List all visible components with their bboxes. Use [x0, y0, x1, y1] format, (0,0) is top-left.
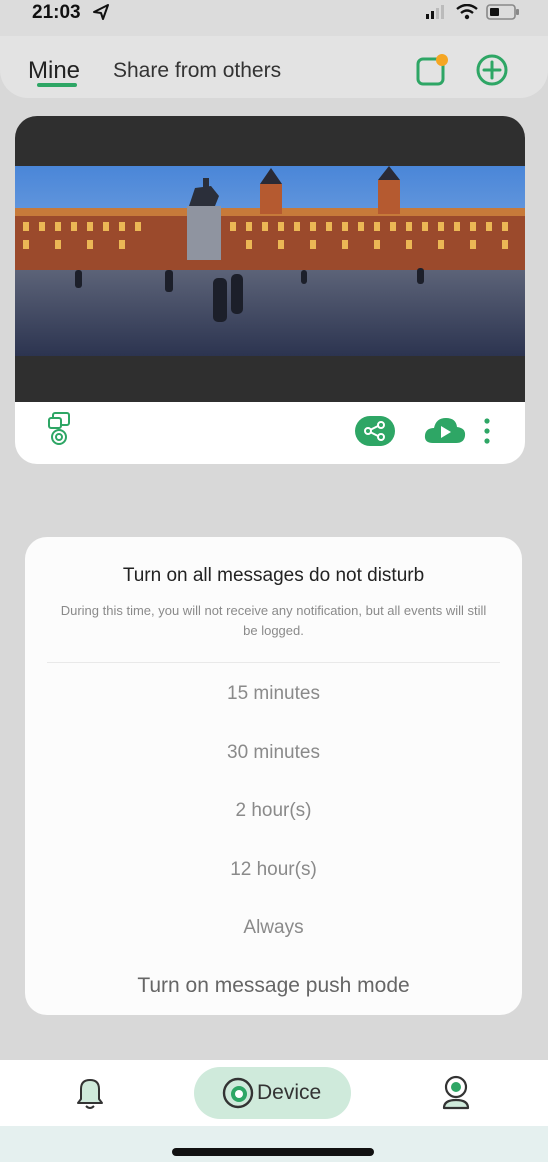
do-not-disturb-sheet: Turn on all messages do not disturb Duri…: [25, 537, 522, 1015]
home-indicator-area: [0, 1126, 548, 1162]
share-icon[interactable]: [355, 416, 395, 446]
message-notification-icon[interactable]: [414, 52, 450, 88]
profile-icon[interactable]: [440, 1074, 472, 1112]
option-always[interactable]: Always: [25, 917, 522, 939]
option-30-minutes[interactable]: 30 minutes: [25, 742, 522, 764]
status-time: 21:03: [32, 2, 81, 23]
signal-icon: [426, 5, 444, 19]
option-15-minutes[interactable]: 15 minutes: [25, 683, 522, 705]
battery-icon: [486, 4, 519, 20]
tab-share-from-others[interactable]: Share from others: [113, 59, 281, 83]
more-vertical-icon[interactable]: [483, 418, 491, 444]
bell-icon[interactable]: [75, 1075, 105, 1111]
camera-preview[interactable]: [15, 116, 525, 402]
option-12-hours[interactable]: 12 hour(s): [25, 859, 522, 881]
push-mode-button[interactable]: Turn on message push mode: [25, 974, 522, 998]
location-arrow-icon: [93, 4, 109, 20]
nav-device-label: Device: [257, 1081, 322, 1104]
device-icon: [222, 1077, 254, 1109]
wifi-icon: [456, 4, 478, 20]
cloud-play-icon[interactable]: [423, 415, 467, 447]
sheet-description: During this time, you will not receive a…: [60, 603, 487, 638]
home-indicator[interactable]: [172, 1148, 374, 1156]
divider: [47, 662, 500, 663]
sheet-title: Turn on all messages do not disturb: [122, 565, 425, 586]
add-device-icon[interactable]: [474, 52, 510, 88]
ptz-camera-icon[interactable]: [45, 410, 73, 446]
option-2-hours[interactable]: 2 hour(s): [25, 800, 522, 822]
header: Mine Share from others: [0, 36, 548, 98]
status-bar: 21:03: [0, 0, 548, 36]
device-card[interactable]: [15, 116, 525, 464]
tab-active-indicator: [37, 83, 77, 87]
camera-snapshot-image: [15, 166, 525, 356]
bottom-nav: Device: [0, 1060, 548, 1126]
tab-mine[interactable]: Mine: [28, 57, 80, 85]
nav-device-tab[interactable]: Device: [194, 1067, 351, 1119]
